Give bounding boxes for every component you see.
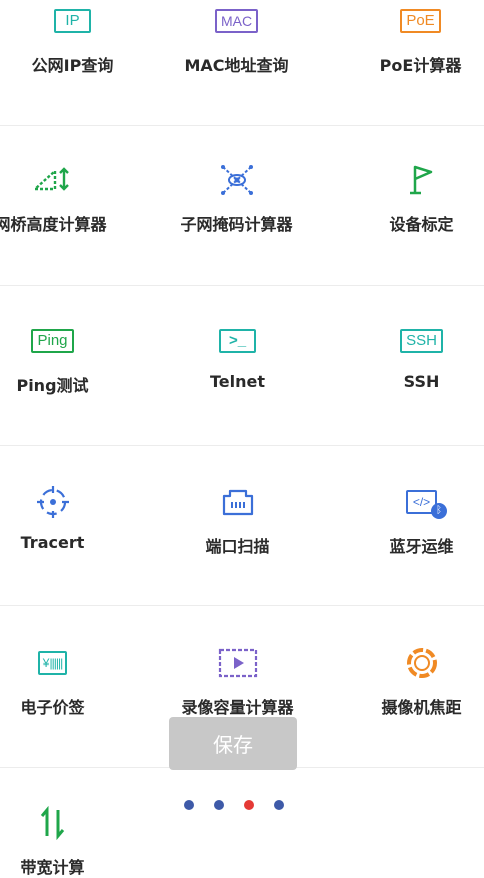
bridge-height-icon (0, 163, 131, 197)
tool-video-storage[interactable]: 录像容量计算器 (157, 646, 318, 718)
ip-tag-icon: IP (0, 4, 153, 38)
subnet-mask-icon (156, 163, 317, 197)
tool-label: 设备标定 (389, 215, 454, 234)
row-divider (0, 605, 484, 606)
page-dot-active[interactable] (244, 800, 254, 810)
tool-label: 蓝牙运维 (389, 537, 454, 556)
tool-device-calibration[interactable]: 设备标定 (341, 163, 484, 235)
crosshair-icon (0, 485, 133, 519)
ping-tag-icon: Ping (0, 324, 133, 358)
tool-label: 摄像机焦距 (381, 698, 462, 717)
tool-label: 端口扫描 (205, 537, 270, 556)
tool-telnet[interactable]: >_ Telnet (157, 324, 318, 391)
tool-public-ip[interactable]: IP 公网IP查询 (0, 4, 153, 76)
bandwidth-arrows-icon (0, 806, 133, 840)
tool-tracert[interactable]: Tracert (0, 485, 133, 552)
tool-e-price-tag[interactable]: ¥|||||| 电子价签 (0, 646, 133, 718)
tool-ssh[interactable]: SSH SSH (341, 324, 484, 391)
page-indicator (184, 800, 284, 810)
tool-label: 公网IP查询 (31, 56, 114, 75)
tool-bluetooth-ops[interactable]: </> ᛒ 蓝牙运维 (341, 485, 484, 557)
tool-label: Telnet (209, 372, 265, 391)
page-dot[interactable] (274, 800, 284, 810)
tool-mac-lookup[interactable]: MAC MAC地址查询 (156, 4, 317, 76)
poe-tag-icon: PoE (340, 4, 484, 38)
toast-text: 保存 (213, 733, 253, 757)
bluetooth-code-icon: </> ᛒ (341, 485, 484, 519)
port-icon (157, 485, 318, 519)
tool-label: PoE计算器 (379, 56, 462, 75)
save-toast: 保存 (169, 717, 297, 770)
tool-label: 带宽计算 (20, 858, 85, 877)
tool-label: MAC地址查询 (184, 56, 289, 75)
page-dot[interactable] (184, 800, 194, 810)
ssh-tag-icon: SSH (341, 324, 484, 358)
tool-ping[interactable]: Ping Ping测试 (0, 324, 133, 396)
tool-label: 电子价签 (20, 698, 85, 717)
tool-bridge-height[interactable]: 网桥高度计算器 (0, 163, 131, 235)
tool-label: 录像容量计算器 (181, 698, 294, 717)
tool-poe-calc[interactable]: PoE PoE计算器 (340, 4, 484, 76)
tool-subnet-mask[interactable]: 子网掩码计算器 (156, 163, 317, 235)
tool-label: SSH (403, 372, 440, 391)
terminal-icon: >_ (157, 324, 318, 358)
row-divider (0, 285, 484, 286)
flag-icon (341, 163, 484, 197)
tool-port-scan[interactable]: 端口扫描 (157, 485, 318, 557)
page-dot[interactable] (214, 800, 224, 810)
tool-label: 子网掩码计算器 (180, 215, 293, 234)
mac-tag-icon: MAC (156, 4, 317, 38)
aperture-icon (341, 646, 484, 680)
video-storage-icon (157, 646, 318, 680)
price-tag-icon: ¥|||||| (0, 646, 133, 680)
row-divider (0, 125, 484, 126)
tool-label: Tracert (20, 533, 85, 552)
tool-bandwidth-calc[interactable]: 带宽计算 (0, 806, 133, 878)
tool-label: Ping测试 (16, 376, 89, 395)
tool-camera-focal[interactable]: 摄像机焦距 (341, 646, 484, 718)
row-divider (0, 445, 484, 446)
bluetooth-badge-icon: ᛒ (431, 503, 447, 519)
tool-label: 网桥高度计算器 (0, 215, 107, 234)
